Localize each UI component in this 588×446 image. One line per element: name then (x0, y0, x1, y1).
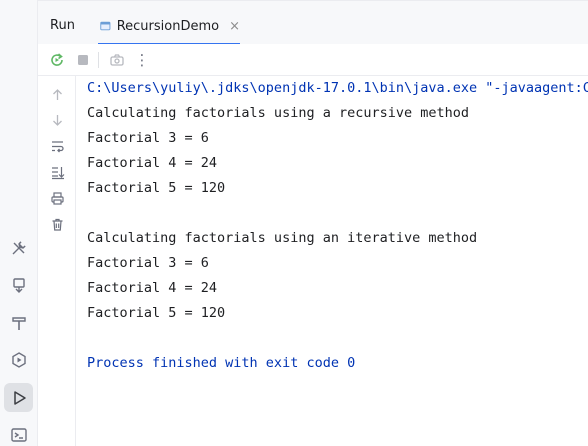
camera-icon[interactable] (107, 50, 127, 70)
hammer-icon[interactable] (4, 308, 33, 337)
print-icon[interactable] (47, 188, 67, 208)
output-line: Calculating factorials using an iterativ… (87, 230, 478, 246)
up-arrow-icon[interactable] (47, 84, 67, 104)
down-arrow-icon[interactable] (47, 110, 67, 130)
command-line: C:\Users\yuliy\.jdks\openjdk-17.0.1\bin\… (87, 80, 588, 96)
console-actions (38, 76, 76, 446)
scroll-to-end-icon[interactable] (47, 162, 67, 182)
output-line: Calculating factorials using a recursive… (87, 105, 470, 121)
soft-wrap-icon[interactable] (47, 136, 67, 156)
panel-title: Run (50, 18, 75, 33)
output-line: Factorial 3 = 6 (87, 255, 209, 271)
debug-step-icon[interactable] (4, 270, 33, 299)
output-line: Factorial 3 = 6 (87, 130, 209, 146)
stop-icon[interactable] (73, 50, 93, 70)
run-icon[interactable] (4, 383, 33, 412)
tab-recursiondemo[interactable]: RecursionDemo × (98, 9, 240, 45)
console-output[interactable]: C:\Users\yuliy\.jdks\openjdk-17.0.1\bin\… (76, 76, 588, 446)
rerun-icon[interactable] (47, 50, 67, 70)
run-panel-header: Run RecursionDemo × (38, 0, 588, 45)
application-icon (100, 21, 111, 31)
run-toolbar: ⋮ (38, 44, 588, 76)
left-tool-stripe (0, 0, 38, 446)
output-line: Factorial 4 = 24 (87, 280, 218, 296)
terminal-icon[interactable] (4, 420, 33, 446)
more-icon[interactable]: ⋮ (132, 50, 152, 70)
toolbar-divider (98, 52, 99, 68)
close-icon[interactable]: × (229, 19, 240, 34)
output-line: Factorial 5 = 120 (87, 305, 226, 321)
services-icon[interactable] (4, 345, 33, 374)
build-icon[interactable] (4, 233, 33, 262)
output-line: Factorial 5 = 120 (87, 180, 226, 196)
tab-label: RecursionDemo (116, 18, 220, 34)
trash-icon[interactable] (47, 214, 67, 234)
exit-message: Process finished with exit code 0 (87, 355, 356, 371)
output-line: Factorial 4 = 24 (87, 155, 218, 171)
